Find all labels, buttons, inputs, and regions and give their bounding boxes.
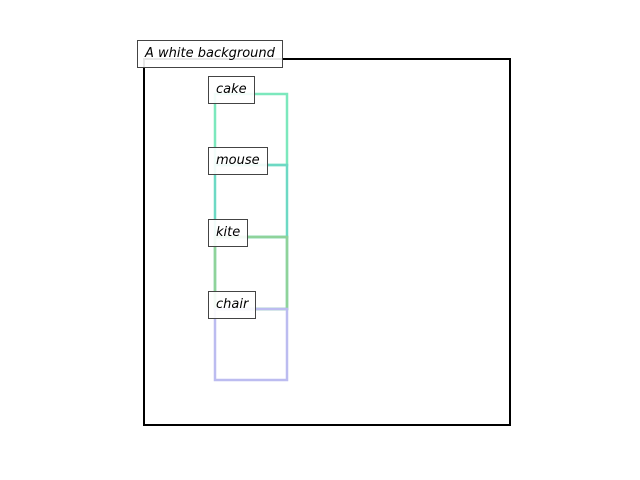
label-chair: chair [208,291,257,319]
label-mouse: mouse [208,147,268,175]
scene-canvas [143,58,511,426]
scene-caption: A white background [137,40,283,68]
box-unlabeled [213,307,289,382]
scene-frame [143,58,511,426]
label-cake: cake [208,76,255,104]
label-kite: kite [208,219,249,247]
